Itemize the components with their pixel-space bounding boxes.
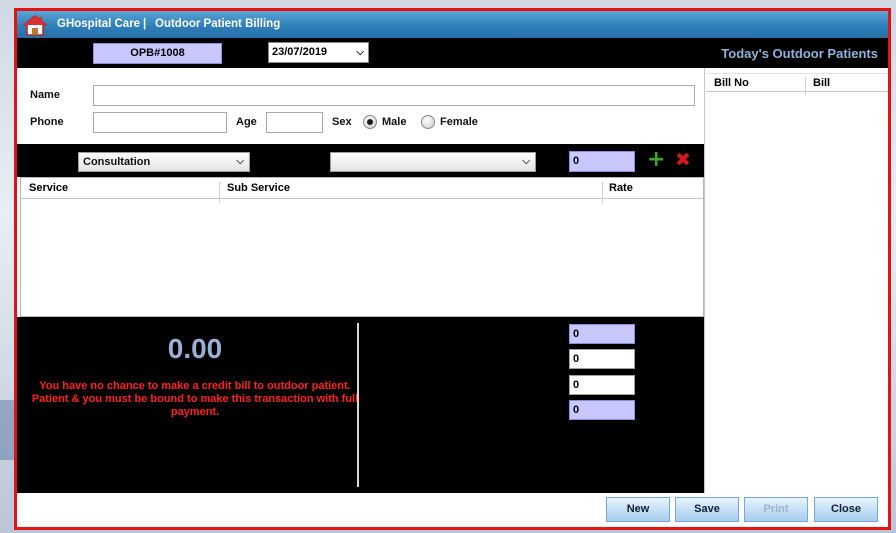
age-label: Age — [236, 116, 257, 128]
todays-patients-title: Today's Outdoor Patients — [721, 46, 878, 61]
phone-label: Phone — [30, 116, 64, 128]
billing-window: GHospital Care | Outdoor Patient Billing… — [14, 8, 891, 530]
top-bar: OPB#1008 23/07/2019 ⌵ Today's Outdoor Pa… — [17, 38, 888, 68]
service-entry-bar: Consultation ⌵ ⌵ 0 + ✖ — [17, 144, 704, 177]
column-header-service[interactable]: Service — [29, 182, 68, 194]
phone-input[interactable] — [93, 112, 227, 133]
billing-summary: 0.00 You have no chance to make a credit… — [17, 317, 704, 493]
column-divider — [805, 77, 806, 95]
bill-date-picker[interactable]: 23/07/2019 ⌵ — [268, 42, 369, 63]
home-icon[interactable] — [21, 14, 49, 36]
sex-female-label[interactable]: Female — [440, 116, 478, 128]
todays-patients-header: Bill No Bill — [706, 73, 888, 95]
window-title: Outdoor Patient Billing — [155, 18, 281, 30]
column-header-bill[interactable]: Bill — [813, 77, 830, 89]
chevron-down-icon[interactable]: ⌵ — [356, 43, 364, 62]
total-amount: 0.00 — [167, 333, 223, 364]
todays-patients-panel: Bill No Bill — [704, 68, 888, 493]
column-divider — [219, 182, 220, 203]
delete-icon[interactable]: ✖ — [675, 151, 693, 170]
summary-field-4[interactable]: 0 — [569, 400, 635, 420]
column-header-sub-service[interactable]: Sub Service — [227, 182, 290, 194]
print-button[interactable]: Print — [744, 497, 808, 522]
service-select[interactable]: Consultation ⌵ — [78, 152, 250, 172]
column-header-bill-no[interactable]: Bill No — [714, 77, 749, 89]
rate-input[interactable]: 0 — [569, 151, 635, 172]
bill-number-field[interactable]: OPB#1008 — [93, 43, 222, 64]
column-divider — [602, 182, 603, 203]
new-button[interactable]: New — [606, 497, 670, 522]
app-name: GHospital Care — [57, 18, 141, 30]
summary-divider — [357, 323, 359, 487]
age-input[interactable] — [266, 112, 323, 133]
patient-form: Name Phone Age Sex Male Female — [17, 68, 704, 144]
column-header-rate[interactable]: Rate — [609, 182, 633, 194]
sex-label: Sex — [332, 116, 352, 128]
save-button[interactable]: Save — [675, 497, 739, 522]
credit-warning: You have no chance to make a credit bill… — [31, 380, 359, 418]
chevron-down-icon[interactable]: ⌵ — [522, 153, 530, 171]
name-label: Name — [30, 89, 60, 101]
sex-male-radio[interactable] — [363, 115, 377, 129]
title-bar: GHospital Care | Outdoor Patient Billing — [17, 11, 888, 38]
service-select-value: Consultation — [83, 156, 151, 168]
sex-male-label[interactable]: Male — [382, 116, 406, 128]
sub-service-select[interactable]: ⌵ — [330, 152, 536, 172]
summary-field-3[interactable]: 0 — [569, 375, 635, 395]
service-table-header: Service Sub Service Rate — [21, 178, 703, 203]
bill-date-value: 23/07/2019 — [272, 46, 328, 58]
name-input[interactable] — [93, 85, 695, 106]
service-table: Service Sub Service Rate — [20, 177, 704, 317]
close-button[interactable]: Close — [814, 497, 878, 522]
summary-field-1[interactable]: 0 — [569, 324, 635, 344]
action-bar: New Save Print Close — [17, 493, 888, 527]
summary-field-2[interactable]: 0 — [569, 349, 635, 369]
add-icon[interactable]: + — [647, 149, 665, 171]
chevron-down-icon[interactable]: ⌵ — [236, 153, 244, 171]
sex-female-radio[interactable] — [421, 115, 435, 129]
title-separator: | — [143, 18, 147, 30]
